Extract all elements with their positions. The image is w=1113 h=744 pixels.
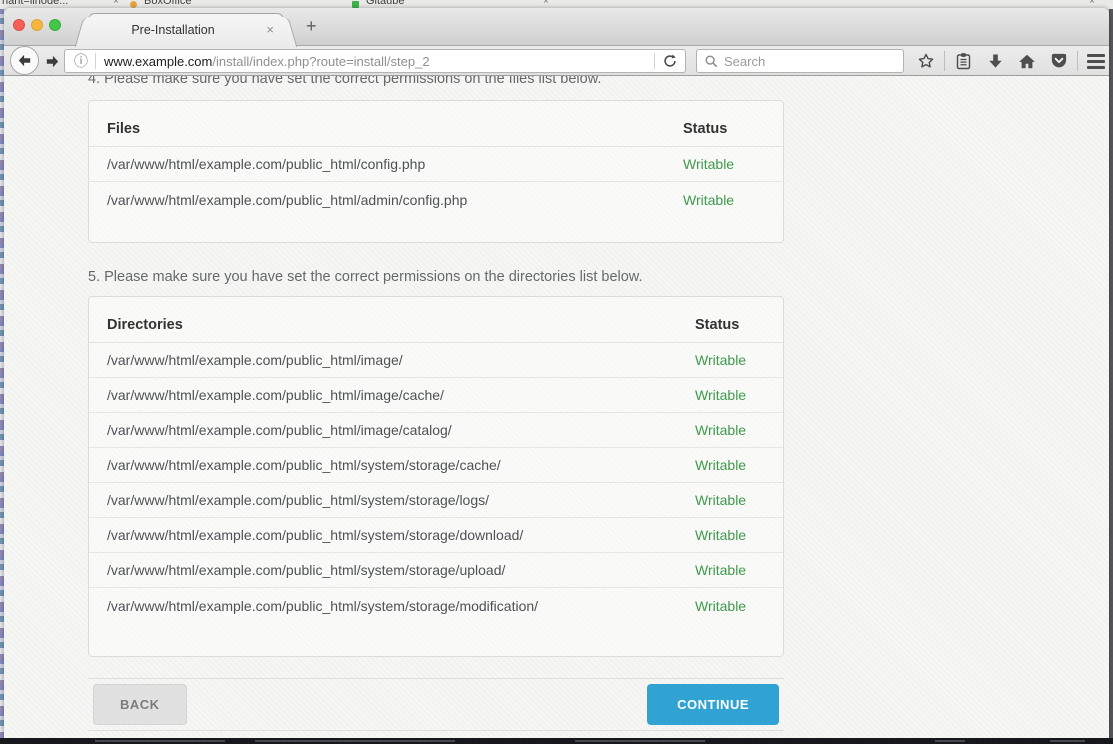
zoom-window-button[interactable] — [49, 19, 61, 31]
status-value: Writable — [695, 352, 746, 368]
table-row: /var/www/html/example.com/public_html/co… — [89, 147, 783, 182]
urlbar-divider — [95, 53, 96, 69]
url-bar[interactable]: ⓘ www.example.com/install/index.php?rout… — [64, 49, 686, 73]
status-column-header: Status — [683, 121, 727, 137]
background-tab-label: BoxOffice — [144, 0, 192, 7]
url-path: /install/index.php?route=install/step_2 — [212, 54, 429, 69]
hamburger-icon — [1087, 54, 1105, 69]
tab-close-icon[interactable]: × — [266, 22, 274, 37]
table-row: /var/www/html/example.com/public_html/im… — [89, 413, 783, 448]
browser-navbar: ⓘ www.example.com/install/index.php?rout… — [4, 46, 1109, 76]
status-value: Writable — [695, 562, 746, 578]
menu-button[interactable] — [1080, 54, 1109, 69]
status-column-header: Status — [695, 317, 739, 333]
url-text[interactable]: www.example.com/install/index.php?route=… — [104, 54, 654, 69]
directory-path: /var/www/html/example.com/public_html/sy… — [107, 598, 538, 614]
table-row: /var/www/html/example.com/public_html/sy… — [89, 518, 783, 553]
status-value: Writable — [695, 527, 746, 543]
files-column-header: Files — [107, 121, 140, 137]
tab-pre-installation[interactable]: Pre-Installation × — [88, 13, 284, 47]
boxoffice-favicon — [130, 1, 137, 8]
directories-permissions-panel: Directories Status /var/www/html/example… — [88, 296, 784, 657]
downloads-button[interactable] — [979, 53, 1011, 70]
url-host: www.example.com — [104, 54, 212, 69]
directory-path: /var/www/html/example.com/public_html/im… — [107, 352, 403, 368]
directories-table-header: Directories Status — [89, 297, 783, 343]
table-row: /var/www/html/example.com/public_html/sy… — [89, 588, 783, 623]
wizard-footer: BACK CONTINUE — [88, 678, 784, 731]
step4-instruction: 4. Please make sure you have set the cor… — [88, 76, 788, 89]
new-tab-button[interactable]: + — [306, 16, 317, 37]
pocket-icon — [1050, 53, 1068, 69]
table-row: /var/www/html/example.com/public_html/im… — [89, 378, 783, 413]
status-value: Writable — [683, 192, 734, 208]
bookmark-star-button[interactable] — [910, 52, 942, 70]
gitaube-favicon — [352, 1, 359, 8]
background-tab-close-icon: × — [113, 0, 119, 7]
table-row: /var/www/html/example.com/public_html/im… — [89, 343, 783, 378]
status-value: Writable — [683, 156, 734, 172]
tab-title: Pre-Installation — [89, 23, 257, 37]
background-tab-close-icon: × — [543, 0, 549, 7]
directories-column-header: Directories — [107, 317, 183, 333]
minimize-window-button[interactable] — [31, 19, 43, 31]
reload-icon — [663, 54, 677, 68]
page-viewport: 4. Please make sure you have set the cor… — [4, 76, 1109, 738]
files-permissions-panel: Files Status /var/www/html/example.com/p… — [88, 100, 784, 243]
site-info-icon[interactable]: ⓘ — [74, 51, 88, 71]
download-icon — [987, 53, 1004, 70]
browser-window: Pre-Installation × + ⓘ www.example.com/i… — [4, 8, 1109, 738]
back-button[interactable] — [10, 46, 39, 75]
background-tab-close-icon: × — [1089, 0, 1095, 7]
status-value: Writable — [695, 457, 746, 473]
table-row: /var/www/html/example.com/public_html/ad… — [89, 182, 783, 217]
back-arrow-icon — [17, 54, 32, 67]
status-value: Writable — [695, 387, 746, 403]
home-button[interactable] — [1011, 53, 1043, 70]
directory-path: /var/www/html/example.com/public_html/sy… — [107, 457, 501, 473]
background-tab-label: Gitaube — [366, 0, 405, 7]
status-value: Writable — [695, 492, 746, 508]
background-window-right-edge — [1109, 9, 1113, 744]
close-window-button[interactable] — [13, 19, 25, 31]
directory-path: /var/www/html/example.com/public_html/im… — [107, 422, 452, 438]
reload-button[interactable] — [655, 54, 685, 68]
background-tab-label: hant=linode... — [2, 0, 68, 7]
forward-button[interactable] — [42, 51, 62, 71]
back-button-page[interactable]: BACK — [93, 684, 187, 725]
search-icon — [705, 55, 718, 68]
directory-path: /var/www/html/example.com/public_html/sy… — [107, 562, 505, 578]
status-value: Writable — [695, 422, 746, 438]
file-path: /var/www/html/example.com/public_html/co… — [107, 156, 425, 172]
pocket-button[interactable] — [1043, 53, 1075, 69]
browser-titlebar: Pre-Installation × + — [4, 8, 1109, 46]
home-icon — [1018, 53, 1036, 70]
files-table-header: Files Status — [89, 101, 783, 147]
directory-path: /var/www/html/example.com/public_html/sy… — [107, 492, 489, 508]
toolbar-divider — [944, 51, 945, 71]
search-input[interactable] — [724, 54, 903, 69]
status-value: Writable — [695, 598, 746, 614]
table-row: /var/www/html/example.com/public_html/sy… — [89, 483, 783, 518]
forward-arrow-icon — [45, 55, 60, 68]
table-row: /var/www/html/example.com/public_html/sy… — [89, 553, 783, 588]
directory-path: /var/www/html/example.com/public_html/im… — [107, 387, 444, 403]
search-bar[interactable] — [696, 49, 904, 73]
star-icon — [917, 52, 935, 70]
step5-instruction: 5. Please make sure you have set the cor… — [88, 267, 788, 287]
table-row: /var/www/html/example.com/public_html/sy… — [89, 448, 783, 483]
file-path: /var/www/html/example.com/public_html/ad… — [107, 192, 467, 208]
reading-list-button[interactable] — [947, 52, 979, 70]
toolbar-divider — [1077, 51, 1078, 71]
directory-path: /var/www/html/example.com/public_html/sy… — [107, 527, 523, 543]
continue-button[interactable]: CONTINUE — [647, 684, 779, 725]
clipboard-icon — [955, 52, 972, 70]
background-window-bottom-edge — [0, 738, 1113, 744]
